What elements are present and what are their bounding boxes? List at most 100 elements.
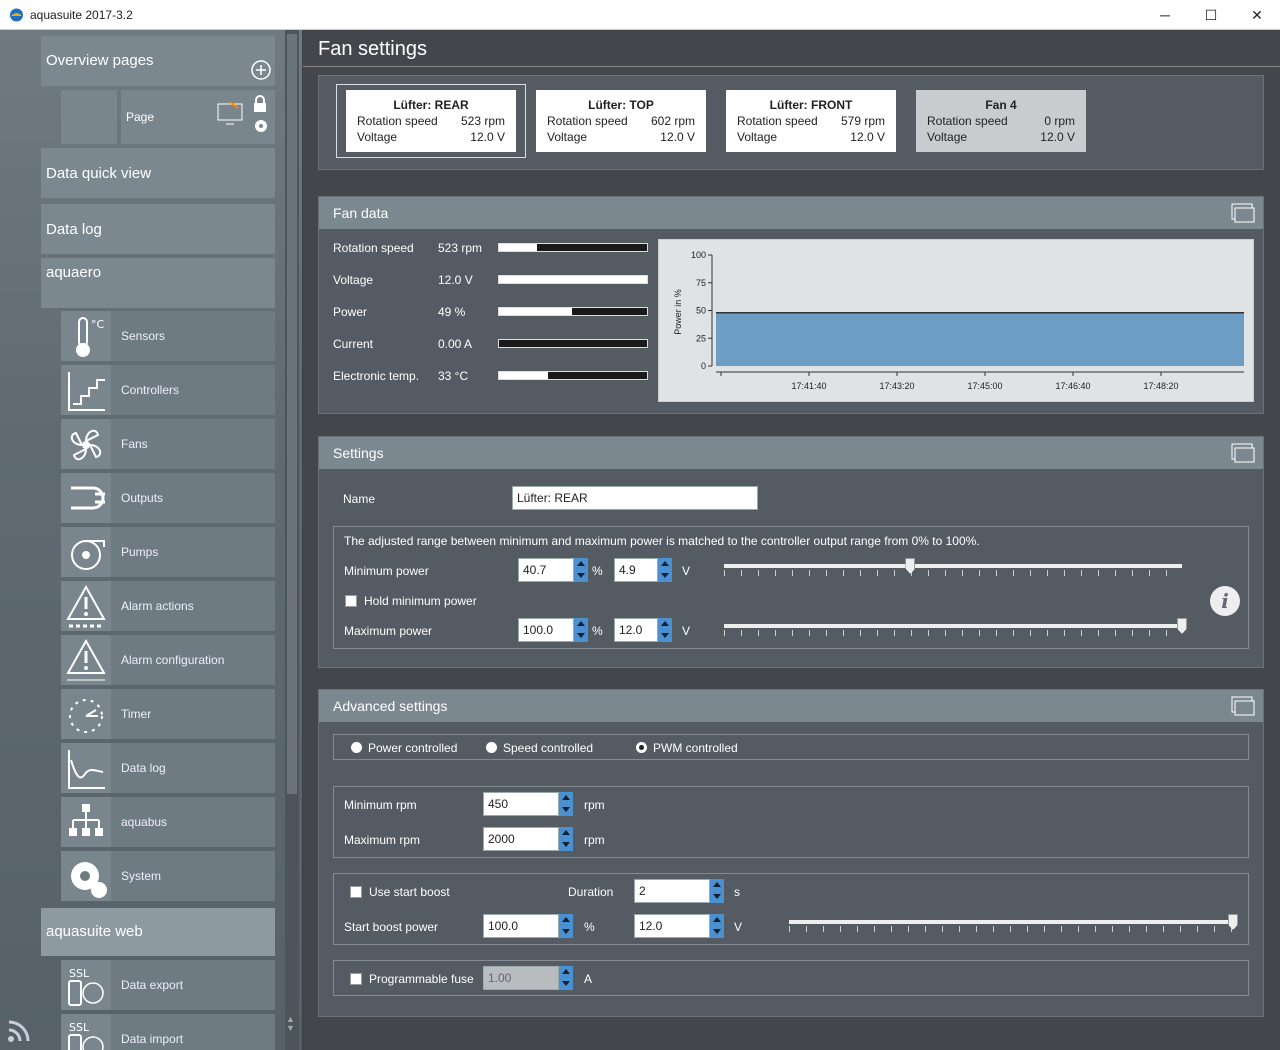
window-title: aquasuite 2017-3.2 — [30, 8, 133, 22]
fan-data-value: 12.0 V — [438, 273, 473, 287]
range-note: The adjusted range between minimum and m… — [344, 534, 980, 548]
window-toggle-icon[interactable] — [1231, 696, 1255, 716]
min-power-pct-input[interactable]: 40.7 — [518, 558, 574, 582]
max-rpm-input[interactable]: 2000 — [483, 827, 559, 851]
nav-page-label: Page — [126, 110, 155, 124]
max-power-v-input[interactable]: 12.0 — [614, 618, 658, 642]
nav-aquaero[interactable]: aquaero — [41, 258, 275, 308]
max-power-v-spinner[interactable] — [658, 618, 672, 642]
name-input[interactable]: Lüfter: REAR — [512, 486, 758, 510]
start-boost-checkbox[interactable] — [350, 886, 362, 898]
fan-data-value: 0.00 A — [438, 337, 473, 351]
sidebar-item-sensors[interactable]: °C Sensors — [61, 311, 275, 361]
fuse-spinner[interactable] — [559, 966, 573, 990]
maximize-button[interactable]: ☐ — [1188, 0, 1234, 30]
nav-data-quick-view[interactable]: Data quick view — [41, 148, 275, 198]
sidebar-item-system[interactable]: System — [61, 851, 275, 901]
nav-aquasuite-web[interactable]: aquasuite web — [41, 908, 275, 956]
boost-power-pct-input[interactable]: 100.0 — [483, 914, 559, 938]
minimize-button[interactable]: ─ — [1142, 0, 1188, 30]
min-power-pct-spinner[interactable] — [574, 558, 588, 582]
max-power-slider-track[interactable] — [724, 624, 1182, 628]
scrollbar-thumb[interactable] — [287, 34, 297, 794]
boost-power-pct-spinner[interactable] — [559, 914, 573, 938]
slider-ticks — [724, 630, 1182, 636]
fan-card-voltage-value: 12.0 V — [470, 130, 505, 144]
fan-card-speed-label: Rotation speed — [737, 114, 818, 128]
duration-spinner[interactable] — [710, 879, 724, 903]
thermometer-icon: °C — [61, 311, 111, 361]
sidebar-item-aquabus[interactable]: aquabus — [61, 797, 275, 847]
max-power-pct-spinner[interactable] — [574, 618, 588, 642]
max-power-pct-input[interactable]: 100.0 — [518, 618, 574, 642]
sidebar-item-label: aquabus — [121, 815, 168, 829]
fan-data-bar — [498, 275, 648, 284]
sidebar-item-label: Pumps — [121, 545, 159, 559]
start-boost-frame — [333, 873, 1249, 945]
duration-input[interactable]: 2 — [634, 879, 710, 903]
fan-card-speed-value: 0 rpm — [1044, 114, 1075, 128]
sidebar-item-data-import[interactable]: SSL Data import — [61, 1014, 275, 1050]
sidebar-item-alarm-configuration[interactable]: Alarm configuration — [61, 635, 275, 685]
max-rpm-spinner[interactable] — [559, 827, 573, 851]
power-chart-svg: 100 75 50 25 0 17:41:40 17:43:20 17:45:00 17:46:… — [673, 250, 1244, 391]
ssl-badge: SSL — [69, 967, 90, 980]
window-toggle-icon[interactable] — [1231, 203, 1255, 223]
boost-power-slider-track[interactable] — [789, 920, 1233, 924]
ssl-badge: SSL — [69, 1021, 90, 1034]
fan-data-bar-fill — [499, 244, 538, 251]
sidebar-item-data-export[interactable]: SSL Data export — [61, 960, 275, 1010]
sidebar-scrollbar[interactable] — [285, 30, 299, 1050]
sidebar-item-outputs[interactable]: Outputs — [61, 473, 275, 523]
datalog-icon — [61, 743, 111, 793]
nav-data-log[interactable]: Data log — [41, 204, 275, 254]
boost-power-v-input[interactable]: 12.0 — [634, 914, 710, 938]
alarm-config-icon — [61, 635, 111, 685]
advanced-settings-header: Advanced settings — [319, 690, 1263, 722]
mode-radio-speed-controlled[interactable] — [486, 742, 497, 753]
sidebar-item-pumps[interactable]: Pumps — [61, 527, 275, 577]
add-page-icon[interactable] — [251, 60, 271, 80]
fan-data-value: 49 % — [438, 305, 466, 319]
x-tick-label: 17:46:40 — [1055, 381, 1090, 391]
y-tick-label: 50 — [696, 306, 706, 316]
fan-card-speed-value: 602 rpm — [650, 114, 695, 128]
scroll-arrows-icon[interactable]: ▲ ▼ — [286, 1015, 295, 1033]
sidebar-item-fans[interactable]: Fans — [61, 419, 275, 469]
mode-radio-power-controlled[interactable] — [351, 742, 362, 753]
nav-page-item[interactable]: Page — [121, 90, 275, 144]
min-rpm-spinner[interactable] — [559, 792, 573, 816]
mode-radio-pwm-controlled[interactable] — [636, 742, 647, 753]
fuse-checkbox[interactable] — [350, 973, 362, 985]
fan-card-voltage-label: Voltage — [737, 130, 778, 144]
fuse-input[interactable]: 1.00 — [483, 966, 559, 990]
close-button[interactable]: ✕ — [1234, 0, 1280, 30]
nav-overview-pages[interactable]: Overview pages — [41, 36, 275, 86]
info-icon[interactable]: i — [1210, 586, 1240, 616]
hold-min-power-checkbox[interactable] — [345, 595, 357, 607]
min-power-v-spinner[interactable] — [658, 558, 672, 582]
min-power-slider-track[interactable] — [724, 564, 1182, 568]
series-area — [716, 312, 1244, 366]
page-thumbnail[interactable] — [61, 90, 117, 144]
fan-card[interactable]: Lüfter: FRONT Rotation speed 579 rpm Voltag… — [726, 90, 896, 152]
boost-power-v-spinner[interactable] — [710, 914, 724, 938]
y-tick-label: 25 — [696, 333, 706, 343]
sidebar-item-controllers[interactable]: Controllers — [61, 365, 275, 415]
ssl-import-icon: SSL — [61, 1014, 111, 1050]
min-rpm-input[interactable]: 450 — [483, 792, 559, 816]
sidebar-item-data-log[interactable]: Data log — [61, 743, 275, 793]
max-rpm-label: Maximum rpm — [344, 833, 421, 847]
max-power-label: Maximum power — [344, 624, 433, 638]
sidebar-item-timer[interactable]: Timer — [61, 689, 275, 739]
sidebar-item-label: Data export — [121, 978, 184, 992]
fan-card[interactable]: Lüfter: REAR Rotation speed 523 rpm Voltage… — [346, 90, 516, 152]
window-toggle-icon[interactable] — [1231, 443, 1255, 463]
pct-unit: % — [584, 920, 595, 934]
fan-card[interactable]: Fan 4 Rotation speed 0 rpm Voltage 12.0 V — [916, 90, 1086, 152]
sidebar-item-alarm-actions[interactable]: Alarm actions — [61, 581, 275, 631]
fuse-label: Programmable fuse — [369, 972, 474, 986]
min-power-v-input[interactable]: 4.9 — [614, 558, 658, 582]
alarm-actions-icon — [61, 581, 111, 631]
fan-card[interactable]: Lüfter: TOP Rotation speed 602 rpm Voltage 1… — [536, 90, 706, 152]
